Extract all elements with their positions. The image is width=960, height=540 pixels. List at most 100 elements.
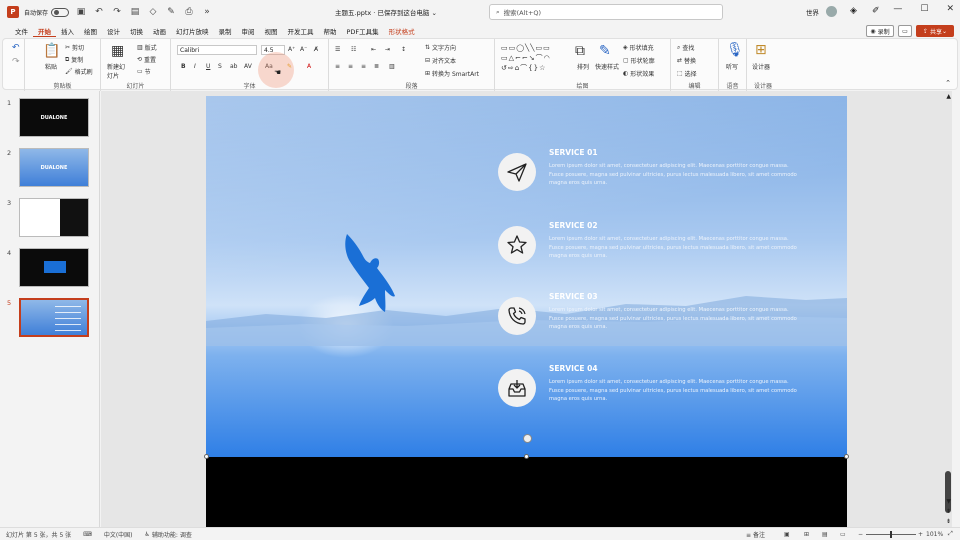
arrange-label[interactable]: 排列 [577, 62, 589, 71]
menu-tab[interactable]: 视图 [260, 26, 283, 36]
quick-styles-icon[interactable]: ✎ [599, 43, 611, 59]
menu-tab[interactable]: 审阅 [237, 26, 260, 36]
font-name-box[interactable]: Calibri [177, 45, 257, 55]
selection-handle-center[interactable] [524, 454, 529, 459]
save-icon[interactable]: ▣ [75, 6, 87, 18]
redo-icon[interactable]: ↷ [111, 6, 123, 18]
section-button[interactable]: ▭ 节 [137, 67, 151, 76]
reset-button[interactable]: ⟲ 重置 [137, 55, 156, 64]
shape-outline-button[interactable]: ▢ 形状轮廓 [623, 56, 655, 65]
numbering-icon[interactable]: ☷ [351, 46, 356, 53]
grow-font-icon[interactable]: A⁺ [288, 46, 295, 53]
menu-tab[interactable]: 形状格式 [384, 26, 420, 36]
autosave-toggle[interactable] [51, 7, 70, 17]
shape-effects-button[interactable]: ◐ 形状效果 [623, 69, 654, 78]
slide-thumbnail[interactable]: DUALONE [19, 98, 89, 137]
comments-button[interactable]: ▭ [898, 25, 912, 37]
menu-tab[interactable]: PDF工具集 [342, 26, 384, 36]
find-button[interactable]: ⌕ 查找 [677, 43, 694, 53]
format-painter-button[interactable]: 🖌 格式刷 [65, 67, 93, 76]
notes-button[interactable]: ≡ 备注 [746, 530, 765, 539]
spellcheck-icon[interactable]: ⌨ [83, 531, 92, 538]
dictate-label[interactable]: 听写 [726, 62, 738, 71]
zoom-in-icon[interactable]: + [918, 531, 923, 538]
fit-slide-icon[interactable]: ⤢ [948, 530, 953, 538]
slide-thumbnail[interactable]: DUALONE [19, 148, 89, 187]
italic-icon[interactable]: I [194, 63, 196, 70]
user-name[interactable]: 世界 [806, 7, 819, 17]
clear-format-icon[interactable]: A̸ [314, 46, 318, 53]
bullets-icon[interactable]: ☰ [335, 46, 340, 53]
selection-handle-left[interactable] [204, 454, 209, 459]
slide-thumbnail[interactable] [19, 298, 89, 337]
indent-increase-icon[interactable]: ⇥ [385, 46, 390, 53]
text-direction-button[interactable]: ⇅ 文字方向 [425, 43, 456, 52]
pen-icon[interactable]: ✐ [872, 6, 880, 16]
service-item[interactable]: SERVICE 02 Lorem ipsum dolor sit amet, co… [498, 221, 798, 276]
slide-thumbnail-row[interactable]: 4 [0, 247, 100, 291]
next-slide-icon[interactable]: ⇟ [946, 518, 951, 525]
service-item[interactable]: SERVICE 03 Lorem ipsum dolor sit amet, co… [498, 292, 798, 347]
layout-button[interactable]: ▥ 版式 [137, 43, 157, 52]
font-color-icon[interactable]: A [307, 63, 311, 70]
draw-icon[interactable]: ✎ [165, 6, 177, 18]
indent-decrease-icon[interactable]: ⇤ [371, 46, 376, 53]
slide-thumbnail[interactable] [19, 248, 89, 287]
strike-icon[interactable]: S [218, 63, 222, 70]
menu-tab[interactable]: 开始 [33, 26, 56, 37]
record-button[interactable]: ◉ 录制 [866, 25, 894, 37]
cut-button[interactable]: ✂ 剪切 [65, 43, 84, 52]
slide-thumbnail[interactable] [19, 198, 89, 237]
menu-tab[interactable]: 动画 [148, 26, 171, 36]
reading-view-icon[interactable]: ▤ [822, 531, 828, 538]
menu-tab[interactable]: 切换 [125, 26, 148, 36]
slide-thumbnail-row[interactable]: 1 DUALONE [0, 97, 100, 141]
slideshow-view-icon[interactable]: ▭ [840, 531, 846, 538]
search-box[interactable]: ⌕ 搜索(Alt+Q) [489, 4, 723, 20]
more-icon[interactable]: » [201, 6, 213, 18]
scroll-up-icon[interactable]: ▲ [946, 93, 951, 100]
accessibility-label[interactable]: 辅助功能: 调查 [152, 530, 192, 539]
shapes-gallery[interactable]: ▭▭◯╲╲▭▭ ▭△⌐⌐↘⌒◠ ↺⇨⌂⌒{}☆ [501, 43, 565, 77]
smartart-button[interactable]: ⊞ 转换为 SmartArt [425, 69, 479, 78]
ribbon-collapse-icon[interactable]: ⌃ [945, 79, 951, 87]
copy-button[interactable]: ⧉ 复制 [65, 55, 83, 65]
menu-tab[interactable]: 开发工具 [283, 26, 319, 36]
sorter-view-icon[interactable]: ⊞ [804, 531, 809, 538]
paste-icon[interactable]: 📋 [43, 43, 60, 59]
designer-button-label[interactable]: 设计器 [752, 62, 774, 71]
new-slide-label[interactable]: 新建幻灯片 [107, 62, 129, 80]
line-spacing-icon[interactable]: ↕ [401, 46, 406, 53]
accessibility-icon[interactable]: ♿ [145, 531, 150, 538]
prev-slide-icon[interactable]: ⇞ [946, 508, 951, 515]
align-left-icon[interactable]: ≡ [335, 63, 340, 70]
menu-tab[interactable]: 录制 [214, 26, 237, 36]
justify-icon[interactable]: ≣ [374, 63, 379, 70]
language-label[interactable]: 中文(中国) [104, 530, 133, 539]
align-right-icon[interactable]: ≡ [361, 63, 366, 70]
columns-icon[interactable]: ▥ [389, 63, 395, 70]
diamond-icon[interactable]: ◈ [850, 6, 857, 16]
spacing-icon[interactable]: AV [244, 63, 252, 70]
paste-label[interactable]: 粘贴 [45, 62, 57, 71]
service-item[interactable]: SERVICE 04 Lorem ipsum dolor sit amet, co… [498, 364, 798, 419]
slide-thumbnail-row[interactable]: 3 [0, 197, 100, 241]
zoom-thumb[interactable] [890, 531, 892, 538]
menu-tab[interactable]: 文件 [10, 26, 33, 36]
new-slide-icon[interactable]: ▦ [111, 43, 124, 59]
zoom-level[interactable]: 101% [926, 531, 943, 538]
replace-button[interactable]: ⇄ 替换 [677, 56, 696, 65]
print-icon[interactable]: ⎙ [183, 6, 195, 18]
black-band-shape[interactable] [206, 457, 847, 527]
slide-thumbnail-row[interactable]: 2 DUALONE [0, 147, 100, 191]
close-icon[interactable]: ✕ [946, 4, 954, 14]
zoom-out-icon[interactable]: − [858, 531, 863, 538]
slide-thumbnail-row[interactable]: 5 [0, 297, 100, 341]
normal-view-icon[interactable]: ▣ [784, 531, 790, 538]
align-center-icon[interactable]: ≡ [348, 63, 353, 70]
menu-tab[interactable]: 帮助 [319, 26, 342, 36]
select-button[interactable]: ⬚ 选择 [677, 69, 697, 78]
shape-icon[interactable]: ◇ [147, 6, 159, 18]
new-slide-icon[interactable]: ▤ [129, 6, 141, 18]
designer-icon[interactable]: ⊞ [755, 42, 767, 58]
